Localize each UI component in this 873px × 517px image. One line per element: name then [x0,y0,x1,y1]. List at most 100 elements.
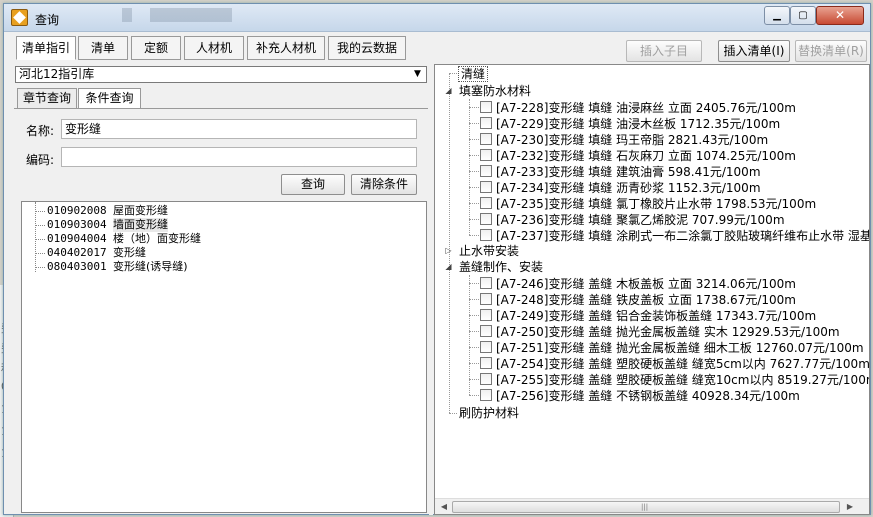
expand-down-icon[interactable]: ◢ [444,86,453,95]
tab-condition-query[interactable]: 条件查询 [78,88,141,109]
tree-root[interactable]: 清缝 [458,66,489,82]
checkbox[interactable] [480,213,492,225]
checkbox[interactable] [480,101,492,113]
checkbox[interactable] [480,117,492,129]
tree-item[interactable]: [A7-254]变形缝 盖缝 塑胶硬板盖缝 缝宽5cm以内 7627.77元/1… [496,355,869,372]
tree-connector [35,267,45,268]
code-input[interactable] [61,147,417,167]
checkbox[interactable] [480,165,492,177]
checkbox[interactable] [480,229,492,241]
tree-item[interactable]: [A7-246]变形缝 盖缝 木板盖板 立面 3214.06元/100m [496,275,796,292]
background-title-bleed [122,8,302,22]
tree-line [449,73,457,74]
minimize-icon: ▁ [773,10,781,21]
tree-item[interactable]: [A7-235]变形缝 填缝 氯丁橡胶片止水带 1798.53元/100m [496,195,816,212]
replace-list-button[interactable]: 替换清单(R) [795,40,867,62]
tree-item[interactable]: [A7-250]变形缝 盖缝 抛光金属板盖缝 实木 12929.53元/100m [496,323,840,340]
tree-line [449,73,450,413]
result-name: 墙面变形缝 [113,218,168,232]
tree-item[interactable]: [A7-236]变形缝 填缝 聚氯乙烯胶泥 707.99元/100m [496,211,785,228]
tree-item[interactable]: [A7-230]变形缝 填缝 玛王帝脂 2821.43元/100m [496,131,768,148]
tree-line [449,413,457,414]
tree-line [469,347,479,348]
checkbox[interactable] [480,293,492,305]
tree-line [469,99,470,235]
tree-line [469,379,479,380]
checkbox[interactable] [480,373,492,385]
tree-item[interactable]: [A7-234]变形缝 填缝 沥青砂浆 1152.3元/100m [496,179,761,196]
tree-group[interactable]: 止水带安装 [459,243,519,259]
tree-line [469,331,479,332]
left-pane: 河北12指引库 ▼ 章节查询 条件查询 名称: 变形缝 编码: 查询 清除条件 … [14,64,428,515]
list-item[interactable]: 080403001 变形缝(诱导缝) [22,260,282,274]
scrollbar-thumb[interactable]: ||| [452,501,840,513]
checkbox[interactable] [480,197,492,209]
tree-item[interactable]: [A7-233]变形缝 填缝 建筑油膏 598.41元/100m [496,163,761,180]
tab-supplement-materials[interactable]: 补充人材机 [247,36,325,60]
tree-line [469,107,479,108]
scroll-right-icon[interactable]: ▶ [843,501,857,513]
minimize-button[interactable]: ▁ [764,6,790,25]
checkbox[interactable] [480,357,492,369]
tree-group[interactable]: 刷防护材料 [459,405,519,421]
tree-item[interactable]: [A7-255]变形缝 盖缝 塑胶硬板盖缝 缝宽10cm以内 8519.27元/… [496,371,869,388]
tab-list-guide[interactable]: 清单指引 [16,36,76,60]
tree-line [469,139,479,140]
grip-icon: ||| [641,503,649,511]
checkbox[interactable] [480,389,492,401]
name-input[interactable]: 变形缝 [61,119,417,139]
expand-right-icon[interactable]: ▷ [444,246,453,255]
result-name: 变形缝(诱导缝) [113,260,188,273]
tree-line [469,275,470,395]
checkbox[interactable] [480,309,492,321]
tab-list[interactable]: 清单 [78,36,128,60]
clear-conditions-button[interactable]: 清除条件 [351,174,417,195]
checkbox[interactable] [480,181,492,193]
expand-down-icon[interactable]: ◢ [444,262,453,271]
tree-line [469,283,479,284]
tree-line [469,363,479,364]
tree-line [469,123,479,124]
tree-item[interactable]: [A7-249]变形缝 盖缝 铝合金装饰板盖缝 17343.7元/100m [496,307,816,324]
tree-line [469,203,479,204]
scroll-left-icon[interactable]: ◀ [437,501,451,513]
tree-item[interactable]: [A7-248]变形缝 盖缝 铁皮盖板 立面 1738.67元/100m [496,291,796,308]
insert-child-button[interactable]: 插入子目 [626,40,702,62]
result-code: 010902008 [47,204,107,217]
tree-item[interactable]: [A7-256]变形缝 盖缝 不锈钢板盖缝 40928.34元/100m [496,387,800,404]
checkbox[interactable] [480,277,492,289]
title-bar[interactable]: 查询 ▁ ▢ ✕ [4,4,870,32]
list-item[interactable]: 010902008 屋面变形缝 [22,204,282,218]
list-item[interactable]: 040402017 变形缝 [22,246,282,260]
tab-chapter-query[interactable]: 章节查询 [17,88,77,109]
list-item[interactable]: 010903004 墙面变形缝 [22,218,282,232]
tree-item[interactable]: [A7-229]变形缝 填缝 油浸木丝板 1712.35元/100m [496,115,780,132]
checkbox[interactable] [480,341,492,353]
list-item[interactable]: 010904004 楼（地）面变形缝 [22,232,282,246]
tree-item[interactable]: [A7-232]变形缝 填缝 石灰麻刀 立面 1074.25元/100m [496,147,796,164]
result-code: 040402017 [47,246,107,259]
tree-item[interactable]: [A7-228]变形缝 填缝 油浸麻丝 立面 2405.76元/100m [496,99,796,116]
tree-line [469,155,479,156]
tree-group[interactable]: 填塞防水材料 [459,83,531,99]
horizontal-scrollbar[interactable]: ◀ ||| ▶ [435,498,869,514]
close-button[interactable]: ✕ [816,6,864,25]
insert-list-button[interactable]: 插入清单(I) [718,40,790,62]
tree-item[interactable]: [A7-251]变形缝 盖缝 抛光金属板盖缝 细木工板 12760.07元/10… [496,339,864,356]
tree-line [469,235,479,236]
pane-splitter[interactable] [429,64,433,515]
checkbox[interactable] [480,325,492,337]
tab-cloud-data[interactable]: 我的云数据 [328,36,406,60]
result-code: 010903004 [47,218,107,231]
checkbox[interactable] [480,149,492,161]
tree-line [469,171,479,172]
tree-item[interactable]: [A7-237]变形缝 填缝 涂刷式一布二涂氯丁胶贴玻璃纤维布止水带 湿基 [496,227,869,244]
tree-group[interactable]: 盖缝制作、安装 [459,259,543,275]
maximize-button[interactable]: ▢ [790,6,816,25]
tab-materials[interactable]: 人材机 [184,36,244,60]
tab-quota[interactable]: 定额 [131,36,181,60]
query-button[interactable]: 查询 [281,174,345,195]
checkbox[interactable] [480,133,492,145]
name-label: 名称: [26,124,55,138]
library-select[interactable]: 河北12指引库 ▼ [15,66,427,83]
